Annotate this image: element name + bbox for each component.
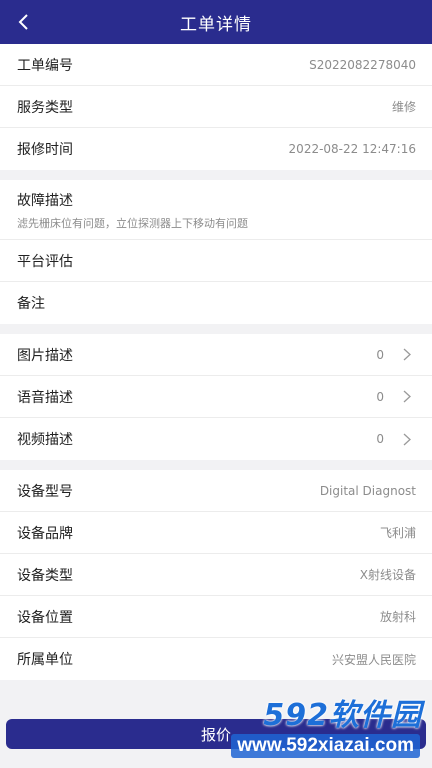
remark-row: 备注	[0, 282, 432, 324]
platform-evaluation-row: 平台评估	[0, 240, 432, 282]
audio-description-row[interactable]: 语音描述 0	[0, 376, 432, 418]
image-count: 0	[376, 347, 384, 362]
organization-row: 所属单位 兴安盟人民医院	[0, 638, 432, 680]
device-section: 设备型号 Digital Diagnost 设备品牌 飞利浦 设备类型 X射线设…	[0, 470, 432, 680]
order-number-value: S2022082278040	[309, 57, 416, 72]
section-divider	[0, 170, 432, 180]
audio-count: 0	[376, 389, 384, 404]
device-type-label: 设备类型	[17, 567, 73, 584]
organization-value: 兴安盟人民医院	[331, 652, 416, 667]
chevron-left-icon	[18, 14, 28, 30]
fault-description-label: 故障描述	[17, 193, 73, 209]
quote-button[interactable]: 报价	[6, 719, 426, 749]
device-brand-row: 设备品牌 飞利浦	[0, 512, 432, 554]
order-info-section: 工单编号 S2022082278040 服务类型 维修 报修时间 2022-08…	[0, 44, 432, 170]
device-type-value: X射线设备	[359, 568, 416, 582]
audio-description-label: 语音描述	[17, 389, 73, 406]
image-description-label: 图片描述	[17, 347, 73, 364]
device-type-row: 设备类型 X射线设备	[0, 554, 432, 596]
top-bar: 工单详情	[0, 0, 432, 44]
order-number-row: 工单编号 S2022082278040	[0, 44, 432, 86]
service-type-value: 维修	[391, 100, 416, 114]
chevron-right-icon	[398, 430, 416, 448]
fault-section: 故障描述 滤先栅床位有问题，立位探测器上下移动有问题 平台评估 备注	[0, 180, 432, 324]
device-model-row: 设备型号 Digital Diagnost	[0, 470, 432, 512]
video-description-row[interactable]: 视频描述 0	[0, 418, 432, 460]
report-time-value: 2022-08-22 12:47:16	[288, 142, 416, 156]
device-model-label: 设备型号	[17, 483, 73, 500]
order-number-label: 工单编号	[17, 57, 73, 74]
image-description-row[interactable]: 图片描述 0	[0, 334, 432, 376]
service-type-label: 服务类型	[17, 99, 73, 116]
section-divider	[0, 324, 432, 334]
chevron-right-icon	[398, 346, 416, 364]
fault-description-row: 故障描述 滤先栅床位有问题，立位探测器上下移动有问题	[0, 180, 432, 240]
chevron-right-icon	[398, 388, 416, 406]
device-model-value: Digital Diagnost	[319, 483, 416, 498]
page-title: 工单详情	[180, 14, 252, 35]
remark-label: 备注	[17, 296, 45, 312]
video-count: 0	[376, 432, 384, 446]
media-section: 图片描述 0 语音描述 0 视频描述 0	[0, 334, 432, 460]
report-time-row: 报修时间 2022-08-22 12:47:16	[0, 128, 432, 170]
device-brand-value: 飞利浦	[379, 526, 416, 540]
service-type-row: 服务类型 维修	[0, 86, 432, 128]
device-location-row: 设备位置 放射科	[0, 596, 432, 638]
device-location-value: 放射科	[379, 610, 416, 624]
back-button[interactable]	[10, 8, 38, 36]
section-divider	[0, 460, 432, 470]
platform-evaluation-label: 平台评估	[17, 253, 73, 270]
video-description-label: 视频描述	[17, 432, 73, 448]
device-brand-label: 设备品牌	[17, 525, 73, 542]
fault-description-text: 滤先栅床位有问题，立位探测器上下移动有问题	[17, 217, 248, 230]
organization-label: 所属单位	[17, 652, 73, 668]
device-location-label: 设备位置	[17, 609, 73, 626]
report-time-label: 报修时间	[17, 142, 73, 158]
